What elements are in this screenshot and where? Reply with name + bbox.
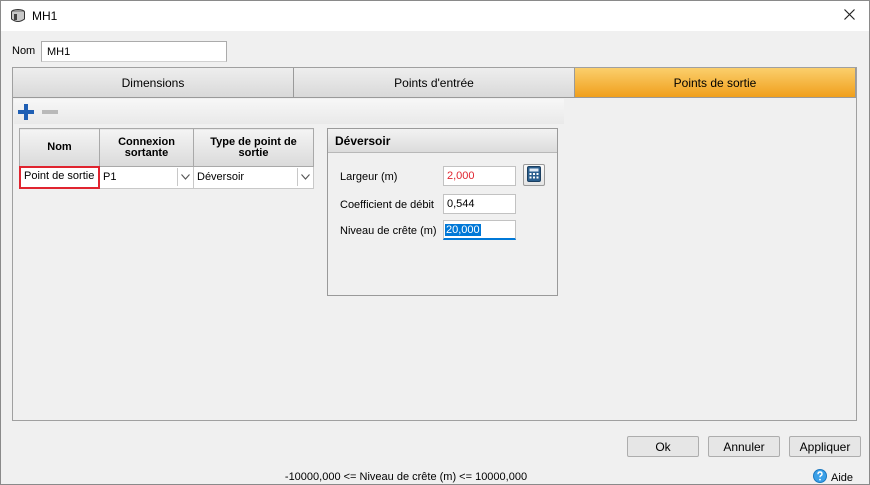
- plus-icon[interactable]: [17, 103, 35, 121]
- calculator-button[interactable]: [523, 164, 545, 186]
- window-title: MH1: [32, 9, 58, 23]
- title-bar: MH1: [1, 1, 869, 31]
- type-value: Déversoir: [197, 171, 245, 183]
- help-button[interactable]: Aide: [813, 469, 853, 485]
- tab-dimensions[interactable]: Dimensions: [13, 68, 294, 98]
- largeur-input[interactable]: [443, 166, 516, 186]
- grid-toolbar: [14, 99, 564, 124]
- niveau-crete-label: Niveau de crête (m): [340, 225, 437, 237]
- nom-input[interactable]: [41, 41, 227, 62]
- chevron-down-icon[interactable]: [297, 168, 312, 186]
- close-button[interactable]: [829, 1, 869, 31]
- nom-label: Nom: [12, 45, 36, 57]
- niveau-crete-value: 20,000: [445, 224, 481, 236]
- appliquer-button[interactable]: Appliquer: [789, 436, 861, 457]
- type-dropdown[interactable]: Déversoir: [194, 167, 313, 188]
- largeur-label: Largeur (m): [340, 171, 398, 183]
- cell-type[interactable]: Déversoir: [193, 166, 314, 189]
- chevron-down-icon[interactable]: [177, 168, 192, 186]
- tab-strip: Dimensions Points d'entrée Points de sor…: [13, 68, 856, 98]
- coefficient-input[interactable]: [443, 194, 516, 214]
- tab-points-sortie[interactable]: Points de sortie: [575, 68, 856, 98]
- column-header-type[interactable]: Type de point de sortie: [193, 128, 314, 167]
- minus-icon[interactable]: [41, 103, 59, 121]
- tab-panel: Dimensions Points d'entrée Points de sor…: [12, 67, 857, 421]
- column-header-nom[interactable]: Nom: [19, 128, 100, 167]
- connexion-value: P1: [103, 171, 117, 183]
- deversoir-title: Déversoir: [328, 129, 557, 153]
- niveau-crete-input[interactable]: 20,000: [443, 220, 516, 240]
- coefficient-label: Coefficient de débit: [340, 199, 434, 211]
- help-label: Aide: [831, 471, 854, 484]
- cell-connexion[interactable]: P1: [99, 166, 194, 189]
- ok-button[interactable]: Ok: [627, 436, 699, 457]
- manhole-icon: [10, 8, 26, 24]
- status-text: -10000,000 <= Niveau de crête (m) <= 100…: [284, 471, 528, 483]
- tab-points-entree[interactable]: Points d'entrée: [294, 68, 575, 98]
- cell-nom[interactable]: Point de sortie: [19, 166, 100, 189]
- outlet-grid: Nom Connexion sortante Type de point de …: [19, 128, 314, 189]
- deversoir-group: Déversoir Largeur (m) Coefficient de déb…: [327, 128, 558, 296]
- close-icon: [843, 9, 855, 23]
- outlet-name-cell[interactable]: Point de sortie: [19, 166, 100, 189]
- help-icon: [813, 469, 827, 485]
- dialog-window: MH1 Nom Dimensions Points d'entrée Point…: [0, 0, 870, 485]
- calculator-icon: [527, 165, 541, 185]
- annuler-button[interactable]: Annuler: [708, 436, 780, 457]
- column-header-connexion[interactable]: Connexion sortante: [99, 128, 194, 167]
- connexion-dropdown[interactable]: P1: [100, 167, 193, 188]
- table-row: Point de sortie P1 Déversoir: [19, 166, 314, 189]
